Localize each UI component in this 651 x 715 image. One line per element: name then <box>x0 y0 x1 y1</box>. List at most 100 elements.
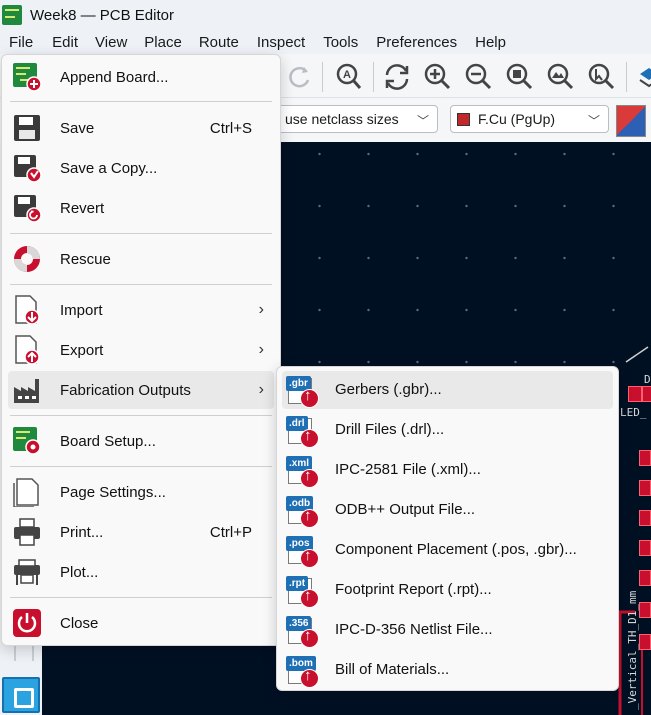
pcb-canvas-left[interactable] <box>42 644 282 715</box>
menu-route[interactable]: Route <box>183 34 239 51</box>
layer-select[interactable]: F.Cu (PgUp) ﹀ <box>450 105 609 133</box>
layer-pair-icon[interactable] <box>616 105 646 137</box>
track-width-value: use netclass sizes <box>285 111 399 127</box>
pin-pad[interactable] <box>639 480 651 496</box>
menu-item-import[interactable]: Import › <box>8 291 274 329</box>
menu-item-append-board[interactable]: Append Board... <box>8 58 274 96</box>
chevron-right-icon: › <box>258 341 264 358</box>
silkscreen-ref: D <box>644 373 651 386</box>
menu-item-revert[interactable]: Revert <box>8 189 274 227</box>
menu-item-label: Print... <box>60 523 104 541</box>
menu-item-label: Rescue <box>60 250 111 268</box>
find-icon[interactable]: A <box>334 62 364 92</box>
menu-item-label: Export <box>60 341 104 359</box>
submenu-item-label: IPC-2581 File (.xml)... <box>335 461 481 478</box>
zoom-objects-icon[interactable] <box>546 62 576 92</box>
pin-pad[interactable] <box>639 602 651 618</box>
led-pad[interactable] <box>628 386 642 402</box>
export-icon <box>12 335 42 365</box>
svg-text:A: A <box>343 69 351 81</box>
pin-pad[interactable] <box>639 634 651 650</box>
menu-item-close[interactable]: Close <box>8 604 274 642</box>
track-width-select[interactable]: use netclass sizes ﹀ <box>268 105 438 133</box>
silkscreen-footprint-name: _Vertical_TH_D1_mm <box>626 590 639 710</box>
pin-pad[interactable] <box>639 540 651 556</box>
close-icon <box>12 608 42 638</box>
pin-pad[interactable] <box>639 450 651 466</box>
ruler-icon[interactable] <box>14 645 34 661</box>
drill-file-icon: .drl <box>286 414 320 448</box>
menu-item-label: Save <box>60 119 95 137</box>
menu-item-label: Revert <box>60 199 105 217</box>
silkscreen-value: LED_ <box>620 406 647 419</box>
chevron-right-icon: › <box>258 381 264 398</box>
menu-item-plot[interactable]: Plot... <box>8 553 274 591</box>
submenu-item-ipc-2581[interactable]: .xml IPC-2581 File (.xml)... <box>282 451 613 489</box>
submenu-item-drill-files[interactable]: .drl Drill Files (.drl)... <box>282 411 613 449</box>
netlist-file-icon: .356 <box>286 614 320 648</box>
fabrication-outputs-submenu: .gbr Gerbers (.gbr)... .drl Drill Files … <box>276 366 619 691</box>
menu-item-label: Append Board... <box>60 68 169 86</box>
menu-item-shortcut: Ctrl+S <box>209 119 252 137</box>
submenu-item-footprint-report[interactable]: .rpt Footprint Report (.rpt)... <box>282 571 613 609</box>
submenu-item-label: ODB++ Output File... <box>335 501 476 518</box>
layer-display-icon[interactable] <box>634 62 651 92</box>
menu-view[interactable]: View <box>79 34 127 51</box>
file-menu: Append Board... Save Ctrl+S Save a Copy.… <box>1 54 281 646</box>
menu-place[interactable]: Place <box>128 34 182 51</box>
chevron-down-icon: ﹀ <box>587 114 600 128</box>
submenu-item-ipc-d-356[interactable]: .356 IPC-D-356 Netlist File... <box>282 611 613 649</box>
led-pad[interactable] <box>642 386 651 402</box>
zoom-selection-icon[interactable] <box>587 62 617 92</box>
odb-file-icon: .odb <box>286 494 320 528</box>
gerber-file-icon: .gbr <box>286 374 320 408</box>
zoom-fit-icon[interactable] <box>505 62 535 92</box>
menu-item-label: Board Setup... <box>60 432 156 450</box>
menu-bar: File Edit View Place Route Inspect Tools… <box>0 30 651 54</box>
menu-preferences[interactable]: Preferences <box>359 34 457 51</box>
submenu-item-odb-output[interactable]: .odb ODB++ Output File... <box>282 491 613 529</box>
zoom-out-icon[interactable] <box>464 62 494 92</box>
bom-file-icon: .bom <box>286 654 320 688</box>
page-settings-icon <box>12 477 42 508</box>
refresh-icon[interactable] <box>382 62 412 92</box>
pin-pad[interactable] <box>639 510 651 526</box>
menu-item-rescue[interactable]: Rescue <box>8 240 274 278</box>
menu-item-label: Page Settings... <box>60 483 166 501</box>
menu-item-save-a-copy[interactable]: Save a Copy... <box>8 149 274 187</box>
rescue-icon <box>12 244 42 274</box>
menu-inspect[interactable]: Inspect <box>240 34 305 51</box>
submenu-item-gerbers[interactable]: .gbr Gerbers (.gbr)... <box>282 371 613 409</box>
import-icon <box>12 295 42 325</box>
chevron-right-icon: › <box>258 301 264 318</box>
pin-pad[interactable] <box>639 570 651 586</box>
menu-file[interactable]: File <box>0 34 33 51</box>
pcb-editor-app-icon <box>2 5 22 25</box>
board-setup-icon <box>12 426 42 456</box>
footprint-tool-icon[interactable] <box>2 677 40 713</box>
menu-item-shortcut: Ctrl+P <box>209 523 252 541</box>
revert-icon <box>12 193 42 223</box>
menu-item-label: Close <box>60 614 99 632</box>
redo-icon[interactable] <box>284 62 314 92</box>
menu-edit[interactable]: Edit <box>34 34 78 51</box>
menu-item-page-settings[interactable]: Page Settings... <box>8 473 274 511</box>
menu-item-save[interactable]: Save Ctrl+S <box>8 109 274 147</box>
save-copy-icon <box>12 153 42 183</box>
submenu-item-bill-of-materials[interactable]: .bom Bill of Materials... <box>282 651 613 689</box>
menu-item-label: Save a Copy... <box>60 159 158 177</box>
menu-item-print[interactable]: Print... Ctrl+P <box>8 513 274 551</box>
menu-item-fabrication-outputs[interactable]: Fabrication Outputs › <box>8 371 274 409</box>
submenu-item-label: Footprint Report (.rpt)... <box>335 581 492 598</box>
menu-item-board-setup[interactable]: Board Setup... <box>8 422 274 460</box>
xml-file-icon: .xml <box>286 454 320 488</box>
fabrication-icon <box>12 375 42 405</box>
submenu-item-component-placement[interactable]: .pos Component Placement (.pos, .gbr)... <box>282 531 613 569</box>
menu-tools[interactable]: Tools <box>306 34 358 51</box>
submenu-item-label: Component Placement (.pos, .gbr)... <box>335 541 577 558</box>
menu-help[interactable]: Help <box>458 34 506 51</box>
menu-item-label: Fabrication Outputs <box>60 381 191 399</box>
zoom-in-icon[interactable] <box>423 62 453 92</box>
menu-item-export[interactable]: Export › <box>8 331 274 369</box>
layer-color-swatch <box>457 112 470 126</box>
